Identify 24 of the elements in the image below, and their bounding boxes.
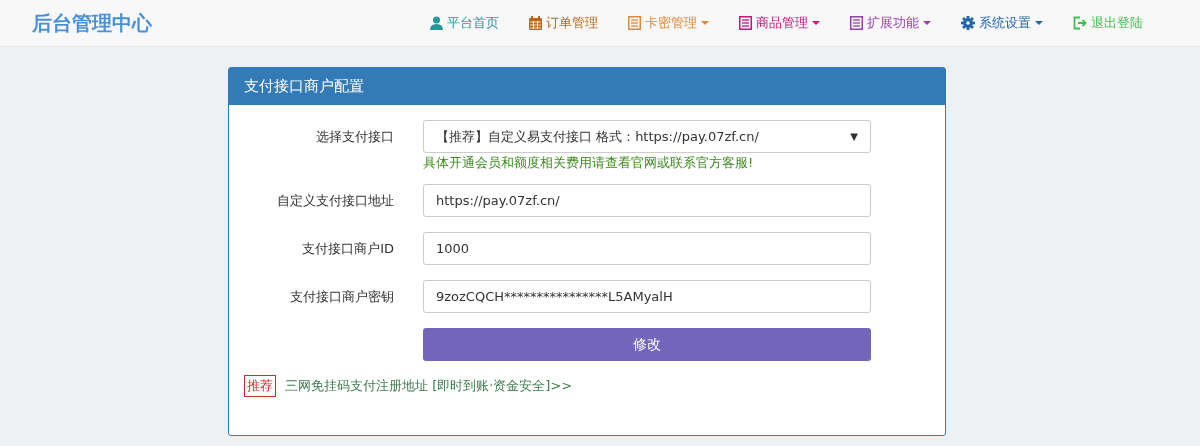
nav-link[interactable]: 扩展功能: [835, 14, 946, 32]
caret-icon: [923, 21, 931, 25]
input-field[interactable]: 9zozCQCH****************L5AMyalH: [423, 280, 871, 313]
nav-link[interactable]: 平台首页: [415, 14, 514, 32]
field-label: 自定义支付接口地址: [276, 192, 394, 210]
nav-link[interactable]: 商品管理: [724, 14, 835, 32]
input-field[interactable]: 1000: [423, 232, 871, 265]
caret-icon: [1035, 21, 1043, 25]
nav-link[interactable]: 系统设置: [946, 14, 1058, 32]
nav-link[interactable]: 订单管理: [514, 14, 613, 32]
site-title: 后台管理中心: [32, 9, 152, 37]
register-link[interactable]: 三网免挂码支付注册地址 [即时到账·资金安全]>>: [285, 377, 573, 395]
field-label: 支付接口商户ID: [301, 240, 394, 258]
field-label: 支付接口商户密钥: [289, 288, 394, 306]
caret-icon: [701, 21, 709, 25]
recommend-tag: 推荐: [244, 375, 276, 397]
submit-button[interactable]: 修改: [423, 328, 871, 361]
input-field[interactable]: https://pay.07zf.cn/: [423, 184, 871, 217]
help-text: 具体开通会员和额度相关费用请查看官网或联系官方客服!: [423, 154, 755, 172]
dropdown-arrow-icon: ▼: [850, 131, 858, 142]
caret-icon: [812, 21, 820, 25]
select-field[interactable]: 【推荐】自定义易支付接口 格式：https://pay.07zf.cn/ ▼: [423, 120, 871, 153]
field-label: 选择支付接口: [315, 128, 394, 146]
panel-title: 支付接口商户配置: [229, 68, 945, 105]
